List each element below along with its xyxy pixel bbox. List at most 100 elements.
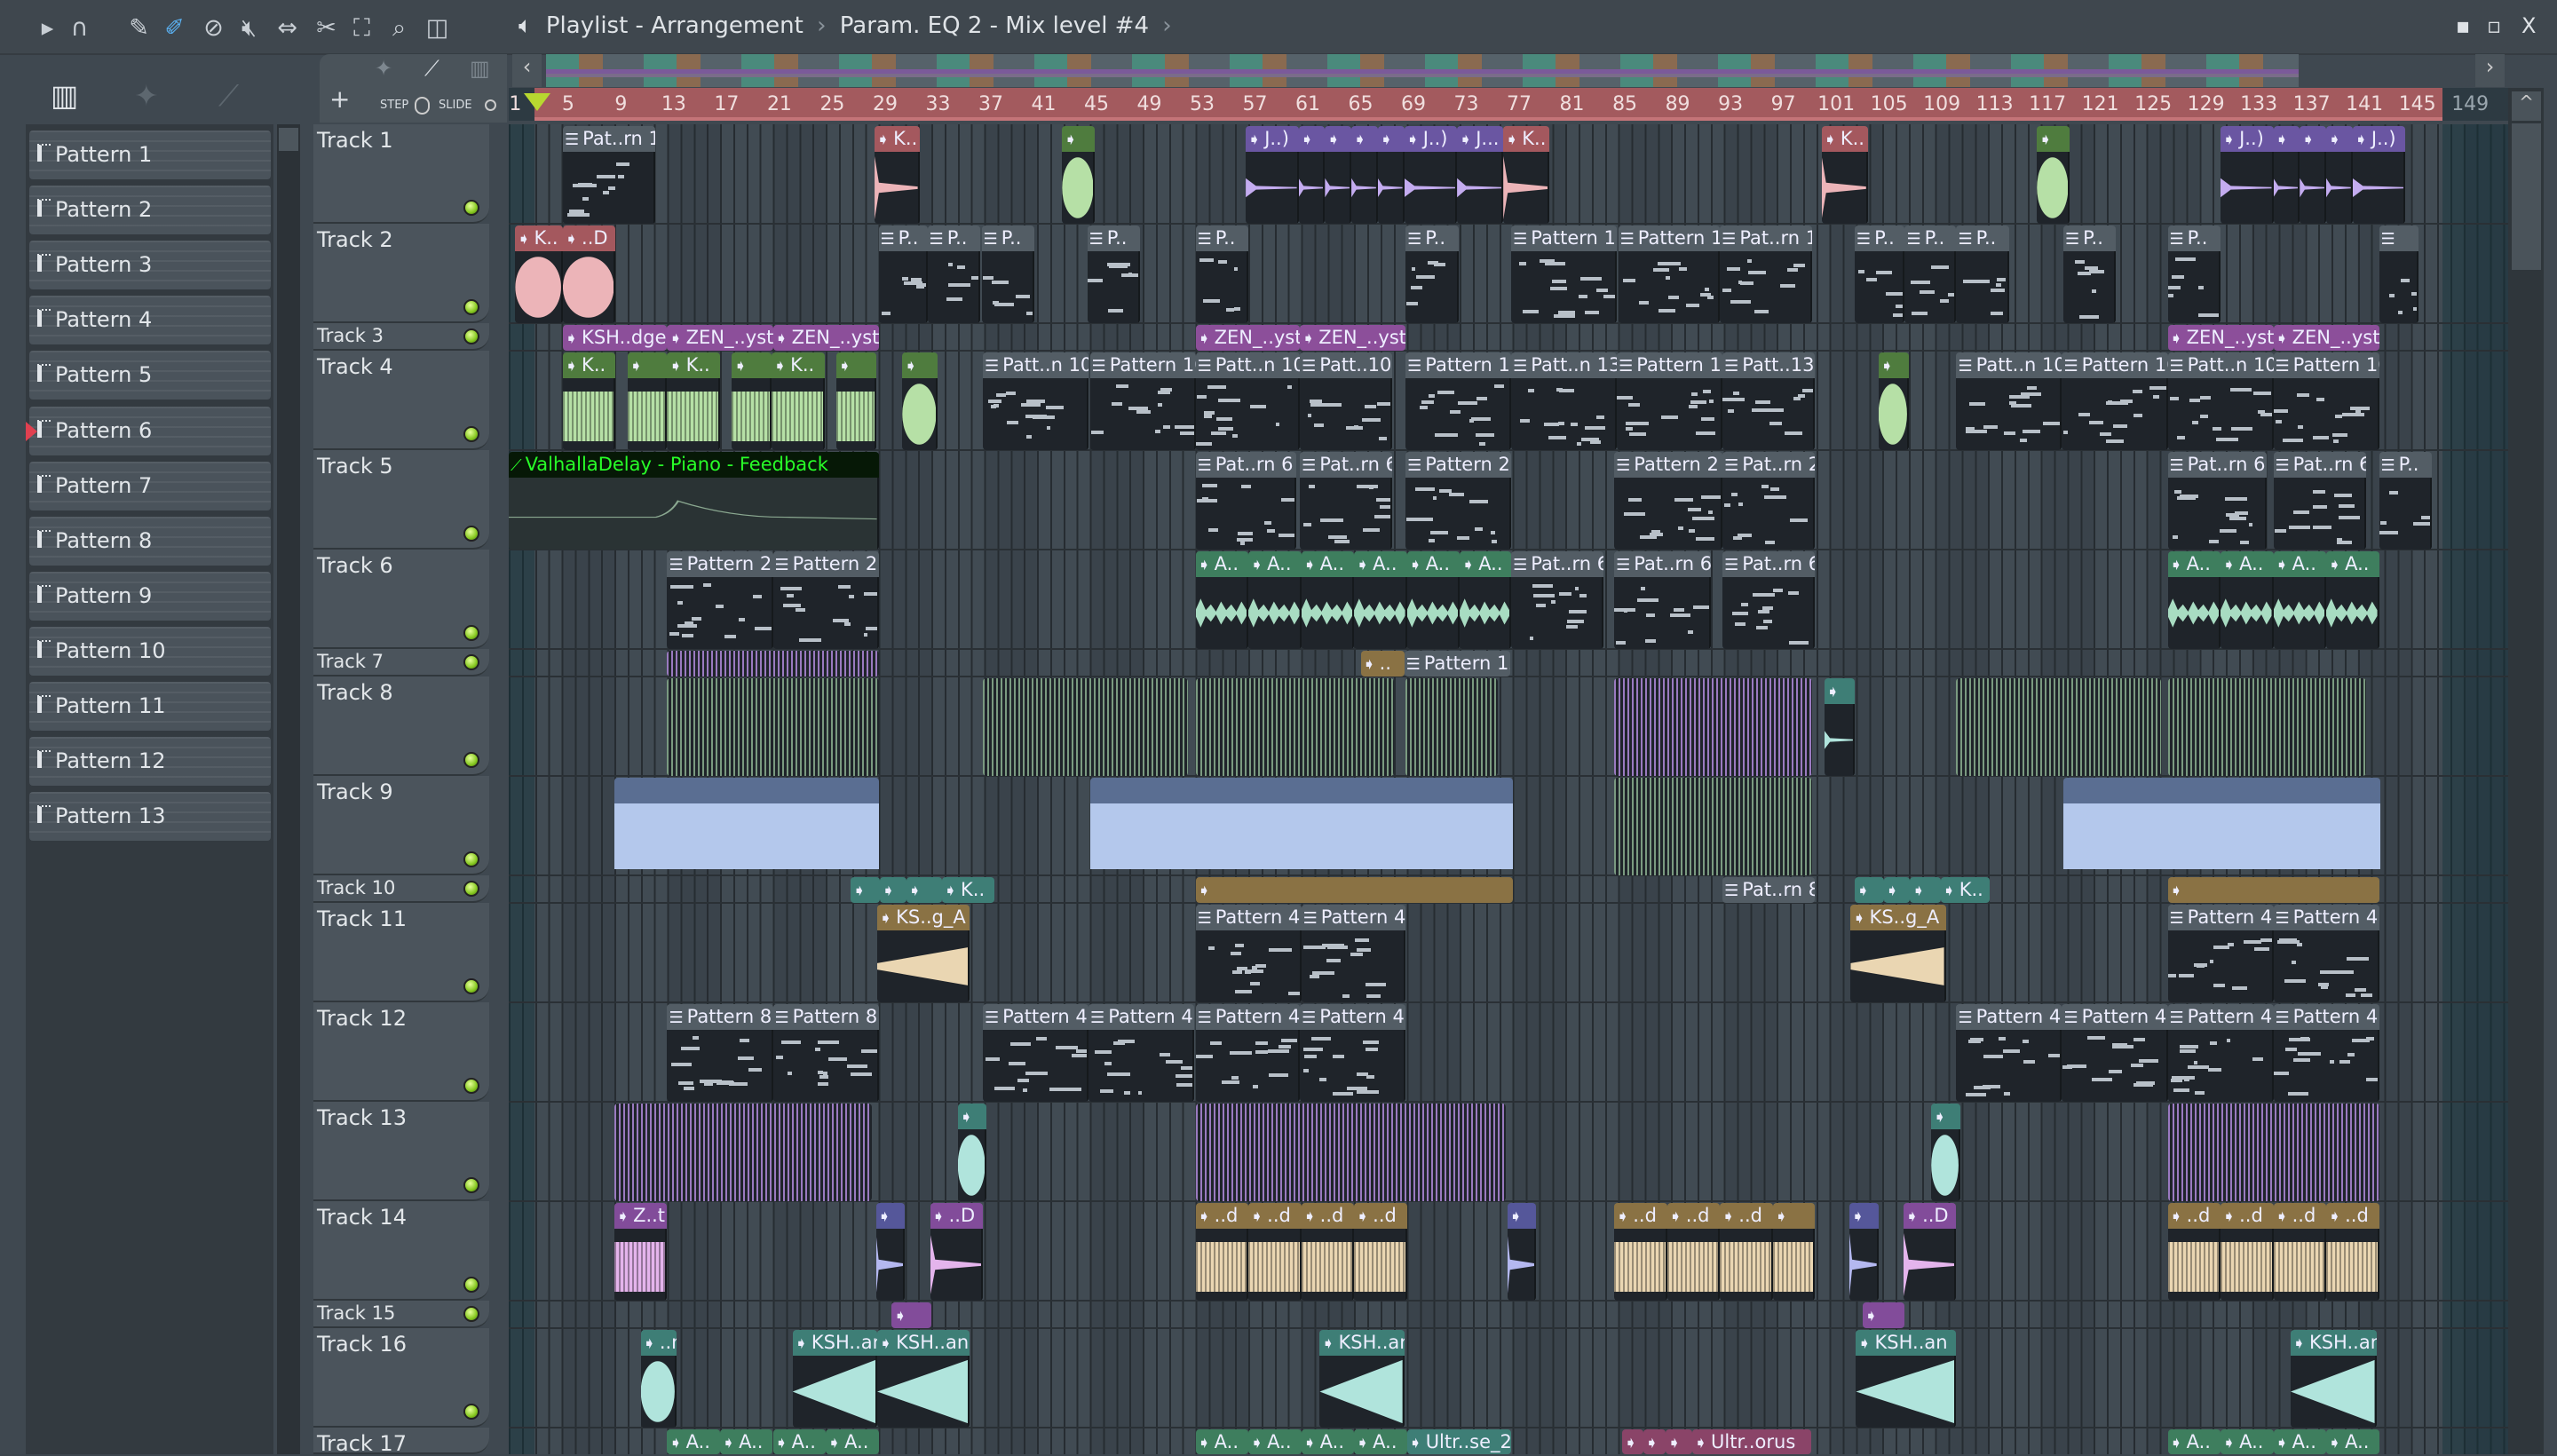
slice-icon[interactable]: ✂ (312, 13, 341, 43)
picker-scrollbar[interactable] (277, 124, 300, 1454)
playlist-clip[interactable]: ➧ K.. (1940, 877, 1990, 903)
playlist-clip[interactable]: ➧ A.. (1301, 551, 1355, 649)
playlist-clip[interactable]: ☰ Pattern 8 (667, 1004, 773, 1102)
playlist-clip[interactable]: ➧ A.. (1248, 551, 1302, 649)
playlist-clip[interactable]: ➧ ..d (1354, 1203, 1407, 1301)
pattern-item[interactable]: Pattern 9 (29, 571, 271, 621)
playlist-clip[interactable]: ➧ K.. (875, 126, 920, 224)
playlist-clip[interactable]: ➧ (1298, 126, 1326, 224)
track-header[interactable]: Track 17 (313, 1428, 489, 1456)
playlist-clip[interactable]: ➧ A.. (1406, 551, 1461, 649)
playlist-clip[interactable]: ➧ KSH..an (1856, 1330, 1957, 1428)
playlist-clip[interactable]: ➧ (1772, 1203, 1816, 1301)
playlist-clip[interactable]: ➧ ..d (2273, 1203, 2327, 1301)
playlist-clip[interactable]: ➧ (1195, 877, 1513, 903)
playlist-clip[interactable]: ☰ P.. (2379, 452, 2433, 550)
track-header[interactable]: Track 2 (313, 224, 489, 323)
playlist-clip[interactable]: ☰ P.. (878, 226, 928, 323)
track-enable-led[interactable] (463, 752, 479, 768)
playlist-clip[interactable]: ☰Pattern 13 (1405, 352, 1512, 450)
playlist-clip[interactable]: ☰ Pat..rn 6 (2167, 452, 2268, 550)
delete-icon[interactable]: ⊘ (199, 13, 228, 43)
playlist-clip[interactable]: ☰ Pattern 2 (667, 551, 773, 649)
track-enable-led[interactable] (463, 1404, 479, 1420)
playlist-clip[interactable] (2167, 678, 2366, 776)
playlist-clip[interactable]: ➧ ..D (562, 226, 616, 323)
playlist-clip[interactable]: ➧ ..d (1248, 1203, 1302, 1301)
playlist-clip[interactable]: ➧ (627, 352, 668, 450)
playlist-clip[interactable]: ☰ Pattern 8 (772, 1004, 879, 1102)
select-icon[interactable]: ⛶ (347, 13, 376, 43)
playlist-clip[interactable]: ➧ Z..t (614, 1203, 668, 1301)
playlist-clip[interactable]: ➧ A.. (2221, 1429, 2274, 1454)
track-header[interactable]: Track 10 (313, 875, 489, 903)
playlist-clip[interactable]: ➧ K.. (515, 226, 563, 323)
playlist-clip[interactable]: ➧ A.. (1248, 1429, 1302, 1454)
playlist-clip[interactable]: ☰ Pattern 4 (1195, 1004, 1301, 1102)
playlist-clip[interactable]: ➧ (1622, 1429, 1643, 1454)
playlist-clip[interactable]: ➧ A.. (2273, 551, 2327, 649)
playlist-clip[interactable]: ➧ ..d (2167, 1203, 2221, 1301)
pattern-item[interactable]: Pattern 1 (29, 131, 271, 179)
arrangement-overview[interactable] (546, 54, 2299, 87)
timeline-ruler[interactable]: 1 5 9 13 17 21 25 29 33 37 41 45 49 53 57 61 65 69 73 77 81 8… (509, 88, 2508, 121)
waveform-icon[interactable]: ✦ (375, 56, 392, 81)
playlist-clip[interactable]: ➧ A.. (719, 1429, 773, 1454)
playlist-clip[interactable]: ➧ (1643, 1429, 1666, 1454)
playlist-clip[interactable]: ☰ Pattern 4 (1089, 1004, 1195, 1102)
playlist-clip[interactable]: ➧ Ultr..se_2 (1406, 1429, 1512, 1454)
pattern-item[interactable]: Pattern 8 (29, 516, 271, 566)
playlist-clip[interactable]: ➧ ..d (1301, 1203, 1355, 1301)
playlist-clip[interactable]: ☰ P.. (981, 226, 1035, 323)
piano-icon[interactable]: ▥ (470, 56, 490, 81)
playlist-clip[interactable]: ➧ (1862, 1302, 1905, 1328)
playlist-clip[interactable]: ➧ J..) (2221, 126, 2274, 224)
playlist-clip[interactable]: ➧ (906, 877, 942, 903)
track-header[interactable]: Track 3 (313, 323, 489, 351)
playlist-clip[interactable] (614, 1104, 873, 1201)
playlist-clip[interactable]: ➧ (1824, 678, 1855, 776)
playlist-clip[interactable]: ☰ Pat..rn 6 (1300, 452, 1393, 550)
playlist-clip[interactable]: ☰ Pat..rn 8 (1722, 877, 1816, 903)
automation-curve[interactable] (508, 478, 877, 550)
track-header[interactable]: Track 6 (313, 550, 489, 649)
playlist-clip[interactable]: ☰ Pattern 2 (1614, 452, 1723, 550)
track-enable-led[interactable] (463, 654, 479, 670)
playlist-clip[interactable]: ➧ K.. (562, 352, 616, 450)
maximize-button[interactable]: ▫ (2487, 13, 2501, 38)
playlist-clip[interactable]: ☰ Patt..13 (1722, 352, 1816, 450)
playlist-clip[interactable]: ➧ A.. (2273, 1429, 2327, 1454)
playlist-clip[interactable]: ☰ Pattern 2 (1405, 452, 1512, 550)
playlist-clip[interactable]: ☰ Patt..n 10 (983, 352, 1089, 450)
playlist-clip[interactable]: ➧ KSH..an (877, 1330, 970, 1428)
playlist-clip[interactable]: ☰Pattern 10 (2273, 352, 2379, 450)
pattern-item[interactable]: Pattern 10 (29, 626, 271, 676)
pattern-item[interactable]: Pattern 3 (29, 241, 271, 290)
playlist-clip[interactable]: ➧ ZEN_..yst (2273, 325, 2379, 351)
playlist-clip[interactable] (1195, 678, 1394, 776)
add-track-button[interactable]: + (329, 84, 350, 114)
playlist-clip[interactable]: ➧ (732, 352, 772, 450)
track-enable-led[interactable] (463, 1078, 479, 1094)
playlist-clip[interactable]: ➧ KSH..an (2290, 1330, 2377, 1428)
playlist-clip[interactable]: ➧ KS..g_A (877, 905, 970, 1002)
step-toggle[interactable] (415, 97, 430, 115)
slip-icon[interactable]: ⇔ (273, 13, 302, 43)
playlist-clip[interactable]: ➧ (875, 1203, 906, 1301)
playlist-clip[interactable]: ➧ (1666, 1429, 1692, 1454)
playlist-clip[interactable] (2062, 778, 2381, 875)
playlist-clip[interactable]: ➧ J... (1457, 126, 1504, 224)
playlist-clip[interactable]: ➧ ..d (2221, 1203, 2274, 1301)
playlist-clip[interactable]: ☰ Pat..rn 2 (1722, 452, 1816, 550)
playlist-clip[interactable]: ➧ A.. (2167, 551, 2221, 649)
playlist-clip[interactable] (2167, 1104, 2379, 1201)
track-enable-led[interactable] (463, 426, 479, 442)
playlist-clip[interactable]: ☰Pattern 10 (1089, 352, 1196, 450)
playlist-clip[interactable]: ☰ Pat..rn 6 (2273, 452, 2366, 550)
playlist-clip[interactable]: ➧ (1377, 126, 1405, 224)
zoom-icon[interactable]: ⌕ (384, 13, 414, 43)
playlist-clip[interactable] (667, 651, 879, 677)
track-enable-led[interactable] (463, 328, 479, 344)
playlist-clip[interactable]: ☰ P.. (1956, 226, 2009, 323)
playhead-marker[interactable] (524, 93, 550, 111)
